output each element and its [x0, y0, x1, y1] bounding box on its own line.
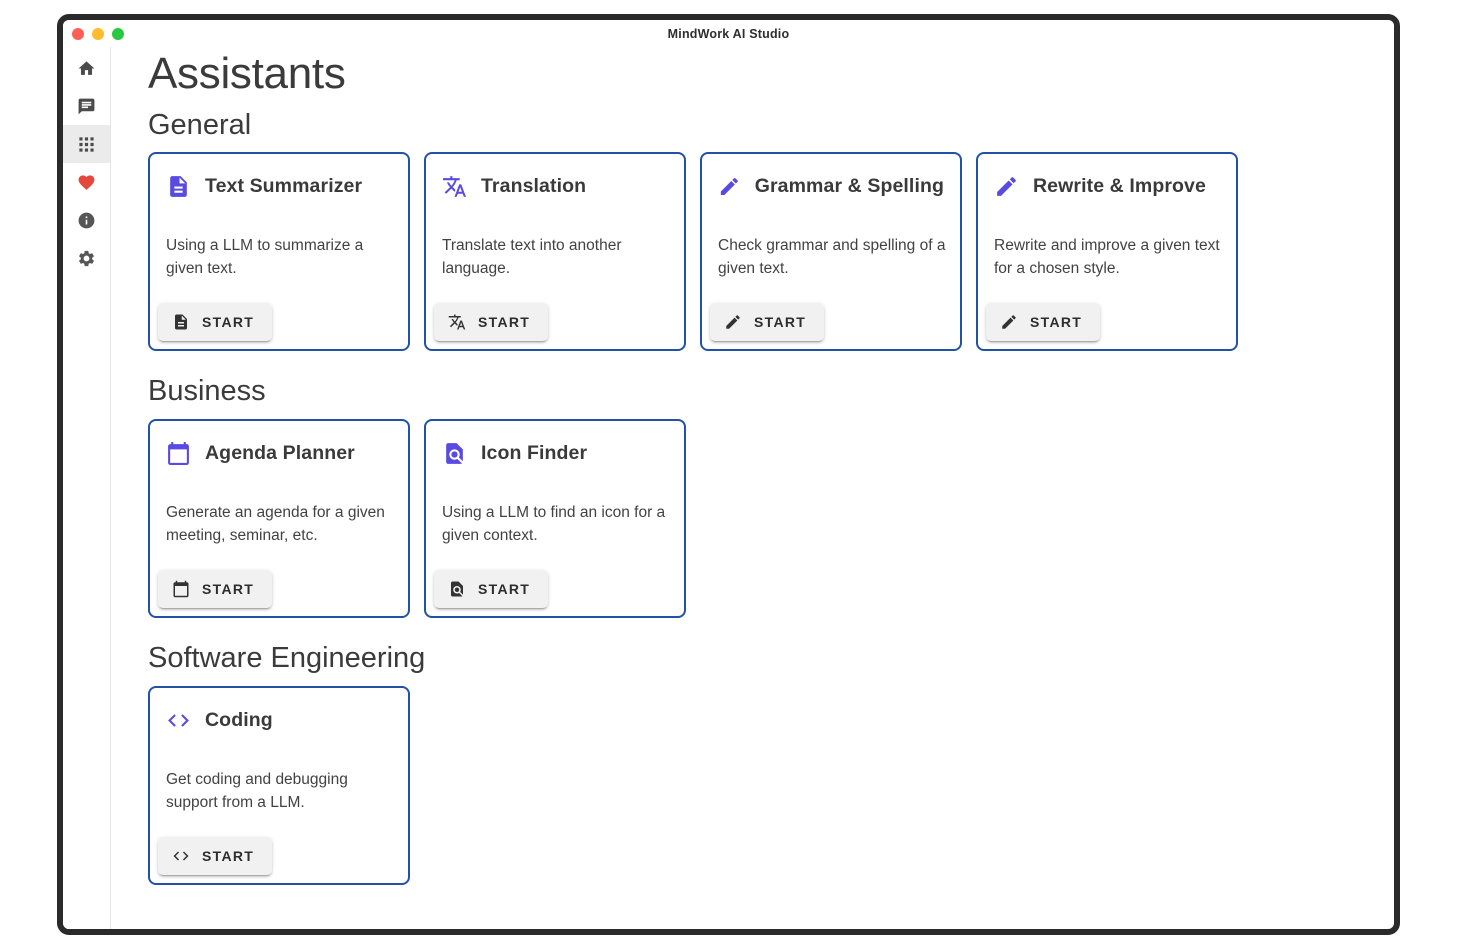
section-heading: Software Engineering — [148, 643, 1374, 675]
card-actions: START — [426, 295, 684, 349]
calendar-icon — [172, 580, 190, 598]
card-actions: START — [150, 562, 408, 616]
pencil-icon — [1000, 313, 1018, 331]
card-actions: START — [702, 295, 960, 349]
assistant-card: Grammar & Spelling Check grammar and spel… — [700, 152, 962, 351]
card-actions: START — [426, 562, 684, 616]
gear-icon — [77, 249, 96, 268]
card-header: Agenda Planner — [150, 421, 408, 466]
pencil-icon — [724, 313, 742, 331]
document-icon — [172, 313, 190, 331]
chat-icon — [77, 97, 96, 116]
start-button-label: START — [754, 314, 806, 330]
cards-row: Agenda Planner Generate an agenda for a g… — [148, 419, 1374, 618]
assistant-card-description: Check grammar and spelling of a given te… — [718, 235, 948, 280]
start-button[interactable]: START — [986, 303, 1100, 341]
find-in-page-icon — [442, 441, 467, 466]
card-header: Translation — [426, 154, 684, 199]
start-button-label: START — [478, 581, 530, 597]
apps-grid-icon — [77, 135, 96, 154]
assistant-card-description: Generate an agenda for a given meeting, … — [166, 502, 396, 547]
card-actions: START — [150, 829, 408, 883]
code-icon — [166, 708, 191, 733]
section-heading: General — [148, 110, 1374, 142]
pencil-icon — [718, 174, 741, 199]
start-button-label: START — [478, 314, 530, 330]
sections-container: General Text Summarizer Using a LLM to sum… — [148, 110, 1374, 886]
assistant-card: Text Summarizer Using a LLM to summarize … — [148, 152, 410, 351]
traffic-lights — [72, 28, 124, 40]
cards-row: Text Summarizer Using a LLM to summarize … — [148, 152, 1374, 351]
card-header: Coding — [150, 688, 408, 733]
assistant-card-title: Agenda Planner — [205, 442, 355, 465]
assistant-card-description: Rewrite and improve a given text for a c… — [994, 235, 1224, 280]
sidebar-item-settings[interactable] — [63, 239, 110, 277]
content-area: Assistants General Text Summarizer Using a… — [111, 47, 1394, 929]
start-button[interactable]: START — [434, 570, 548, 608]
card-header: Icon Finder — [426, 421, 684, 466]
start-button-label: START — [202, 314, 254, 330]
cards-row: Coding Get coding and debugging support f… — [148, 686, 1374, 885]
start-button-label: START — [202, 848, 254, 864]
window-title: MindWork AI Studio — [63, 27, 1394, 41]
document-icon — [166, 174, 191, 199]
assistant-card-title: Icon Finder — [481, 442, 587, 465]
zoom-window-button[interactable] — [112, 28, 124, 40]
card-actions: START — [150, 295, 408, 349]
calendar-icon — [166, 441, 191, 466]
assistant-card-title: Translation — [481, 175, 586, 198]
sidebar-item-favorites[interactable] — [63, 163, 110, 201]
assistant-card: Icon Finder Using a LLM to find an icon f… — [424, 419, 686, 618]
start-button[interactable]: START — [158, 303, 272, 341]
app-window: MindWork AI Studio Assistants General Tex… — [57, 14, 1400, 935]
pencil-icon — [994, 174, 1019, 199]
start-button[interactable]: START — [158, 837, 272, 875]
info-icon — [77, 211, 96, 230]
card-header: Rewrite & Improve — [978, 154, 1236, 199]
sidebar-item-home[interactable] — [63, 49, 110, 87]
assistant-card: Coding Get coding and debugging support f… — [148, 686, 410, 885]
sidebar — [63, 47, 111, 929]
start-button[interactable]: START — [710, 303, 824, 341]
home-icon — [77, 59, 96, 78]
start-button[interactable]: START — [434, 303, 548, 341]
assistant-card: Translation Translate text into another l… — [424, 152, 686, 351]
assistant-card: Agenda Planner Generate an agenda for a g… — [148, 419, 410, 618]
heart-icon — [77, 173, 96, 192]
assistant-card-title: Coding — [205, 709, 273, 732]
card-header: Text Summarizer — [150, 154, 408, 199]
assistant-card-description: Translate text into another language. — [442, 235, 672, 280]
find-in-page-icon — [448, 580, 466, 598]
start-button[interactable]: START — [158, 570, 272, 608]
minimize-window-button[interactable] — [92, 28, 104, 40]
main-row: Assistants General Text Summarizer Using a… — [63, 47, 1394, 929]
close-window-button[interactable] — [72, 28, 84, 40]
card-header: Grammar & Spelling — [702, 154, 960, 199]
assistant-card-description: Using a LLM to find an icon for a given … — [442, 502, 672, 547]
assistant-card-title: Text Summarizer — [205, 175, 362, 198]
sidebar-item-chats[interactable] — [63, 87, 110, 125]
card-actions: START — [978, 295, 1236, 349]
translate-icon — [448, 313, 466, 331]
translate-icon — [442, 174, 467, 199]
assistant-card-description: Get coding and debugging support from a … — [166, 769, 396, 814]
assistant-card-title: Rewrite & Improve — [1033, 175, 1206, 198]
page-title: Assistants — [148, 49, 1374, 100]
title-bar: MindWork AI Studio — [63, 20, 1394, 47]
sidebar-item-assistants[interactable] — [63, 125, 110, 163]
code-icon — [172, 847, 190, 865]
assistant-card-title: Grammar & Spelling — [755, 175, 944, 198]
sidebar-item-about[interactable] — [63, 201, 110, 239]
assistant-card-description: Using a LLM to summarize a given text. — [166, 235, 396, 280]
start-button-label: START — [1030, 314, 1082, 330]
assistant-card: Rewrite & Improve Rewrite and improve a g… — [976, 152, 1238, 351]
section-heading: Business — [148, 376, 1374, 408]
start-button-label: START — [202, 581, 254, 597]
